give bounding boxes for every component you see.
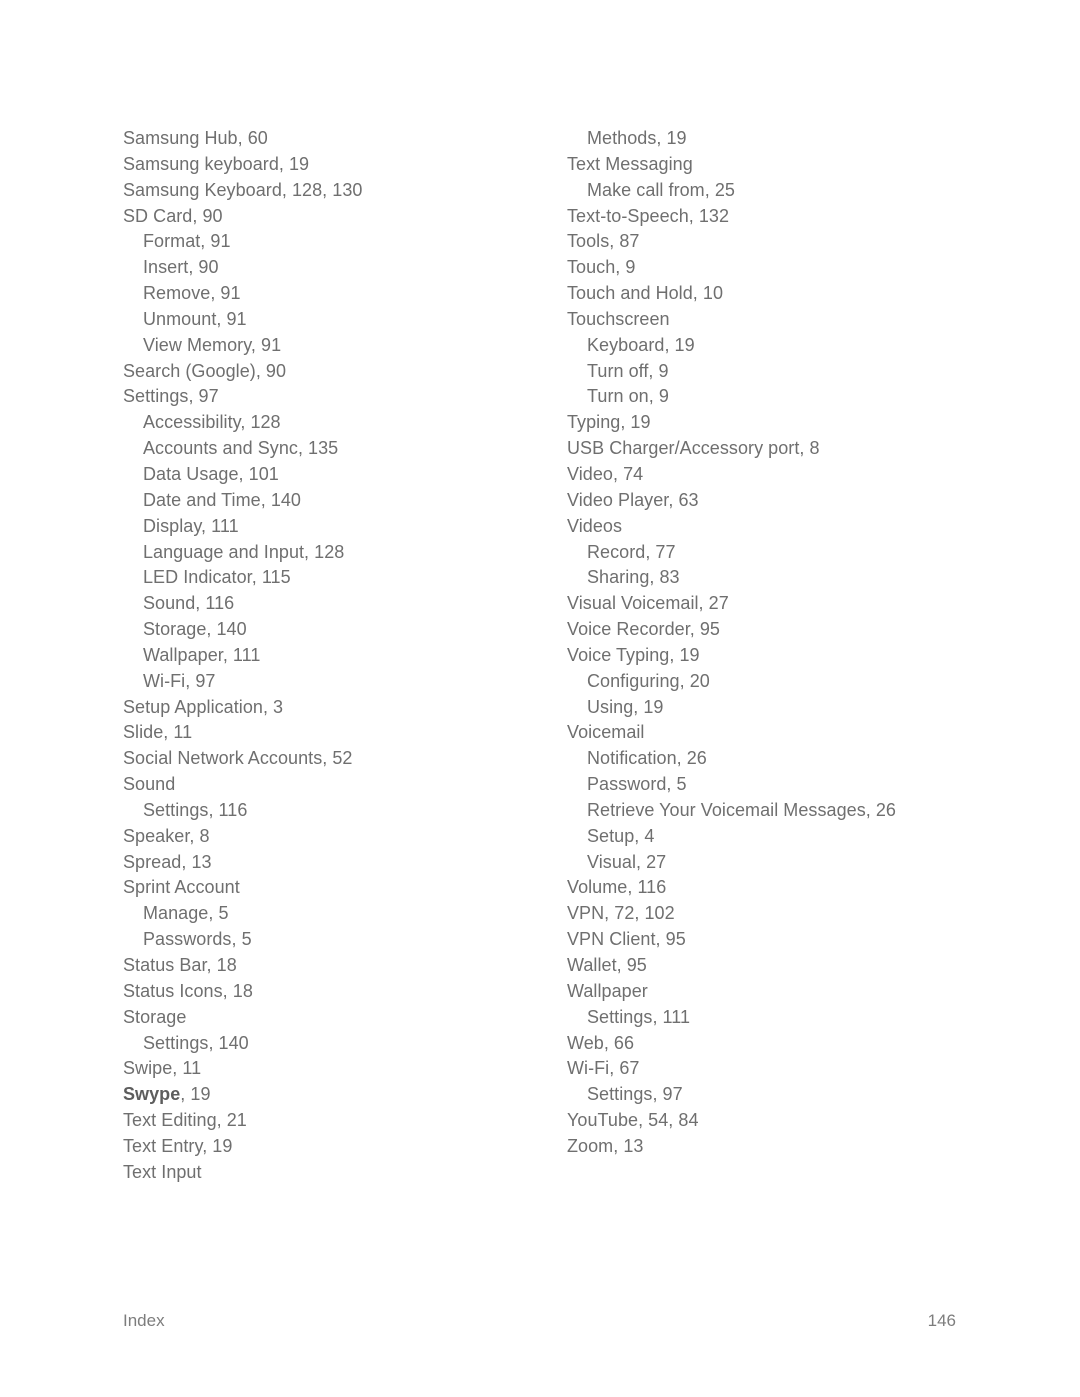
index-entry: Make call from, 25 bbox=[587, 179, 735, 200]
index-entry: Touch, 9 bbox=[567, 257, 636, 278]
index-entry: Password, 5 bbox=[587, 774, 687, 795]
index-page: Samsung Hub, 60 Samsung keyboard, 19 Samsu… bbox=[0, 0, 1080, 1397]
index-entry: Remove, 91 bbox=[143, 283, 241, 304]
index-entry: VPN, 72, 102 bbox=[567, 903, 675, 924]
index-entry: LED Indicator, 115 bbox=[143, 567, 291, 588]
index-entry: Slide, 11 bbox=[123, 722, 193, 743]
index-entry: Text Entry, 19 bbox=[123, 1135, 233, 1156]
index-entry: Speaker, 8 bbox=[123, 825, 210, 846]
index-entry: Status Bar, 18 bbox=[123, 955, 237, 975]
index-entry: Swype, 19 bbox=[123, 1082, 543, 1108]
index-entry: Data Usage, 101 bbox=[143, 463, 279, 484]
index-entry: Turn on, 9 bbox=[587, 386, 669, 407]
index-entry: Visual, 27 bbox=[587, 851, 667, 872]
index-entry: Setup Application, 3 bbox=[123, 696, 284, 717]
index-entry: YouTube, 54, 84 bbox=[567, 1110, 699, 1131]
index-entry: Samsung keyboard, 19 bbox=[123, 153, 310, 174]
index-entry: Retrieve Your Voicemail Messages, 26 bbox=[587, 799, 896, 820]
index-entry: Tools, 87 bbox=[567, 231, 640, 252]
index-entry: Search (Google), 90 bbox=[123, 360, 287, 381]
index-entry: VPN Client, 95 bbox=[567, 929, 686, 950]
index-column-left: Samsung Hub, 60 Samsung keyboard, 19 Samsu… bbox=[123, 126, 543, 1186]
index-entry: Visual Voicemail, 27 bbox=[567, 593, 729, 614]
index-entry: Zoom, 13 bbox=[567, 1135, 644, 1156]
index-entry: View Memory, 91 bbox=[143, 334, 282, 355]
index-entry: Settings, 97 bbox=[123, 386, 219, 407]
index-entry: Settings, 116 bbox=[143, 799, 248, 820]
index-entry-term-emphasized: Swype bbox=[123, 1084, 181, 1105]
index-entry: Record, 77 bbox=[587, 541, 676, 562]
index-entry: Accessibility, 128 bbox=[143, 412, 281, 433]
footer-section-label: Index bbox=[123, 1311, 165, 1330]
index-entry: Accounts and Sync, 135 bbox=[143, 438, 339, 459]
index-entry: Sound, 116 bbox=[143, 593, 235, 614]
index-entry: Text Input bbox=[123, 1161, 202, 1182]
index-entry: Touch and Hold, 10 bbox=[567, 283, 724, 304]
index-entry: Settings, 111 bbox=[587, 1006, 691, 1027]
footer-page-number: 146 bbox=[927, 1311, 956, 1330]
index-entry: Spread, 13 bbox=[123, 851, 212, 872]
index-entry: Methods, 19 bbox=[587, 128, 687, 148]
index-entry: Voice Typing, 19 bbox=[567, 644, 700, 665]
index-entry: Settings, 140 bbox=[143, 1032, 249, 1053]
index-entry: Wi-Fi, 67 bbox=[567, 1058, 640, 1079]
index-entry: Videos bbox=[567, 515, 623, 536]
index-entry: Sound bbox=[123, 774, 176, 795]
index-entry: Storage bbox=[123, 1006, 187, 1027]
index-entry: Notification, 26 bbox=[587, 748, 707, 769]
index-entry: Settings, 97 bbox=[587, 1084, 683, 1105]
index-entry: Text Editing, 21 bbox=[123, 1110, 247, 1131]
index-entry: Samsung Hub, 60 bbox=[123, 128, 268, 148]
index-entry: Wallpaper, 111 bbox=[143, 644, 261, 665]
index-entry: Using, 19 bbox=[587, 696, 664, 717]
index-entry: Typing, 19 bbox=[567, 412, 651, 433]
index-entry: Sharing, 83 bbox=[587, 567, 680, 588]
index-entry: Volume, 116 bbox=[567, 877, 667, 898]
index-entry: Video Player, 63 bbox=[567, 489, 699, 510]
index-entry: Display, 111 bbox=[143, 515, 239, 536]
index-entry-locators: , 19 bbox=[180, 1084, 211, 1105]
index-entry: Social Network Accounts, 52 bbox=[123, 748, 353, 769]
index-entry: Sprint Account bbox=[123, 877, 240, 898]
index-entry: Video, 74 bbox=[567, 463, 644, 484]
index-entry: Wallet, 95 bbox=[567, 955, 647, 975]
index-entry: Setup, 4 bbox=[587, 825, 655, 846]
index-entry: Touchscreen bbox=[567, 308, 670, 329]
index-entry: Language and Input, 128 bbox=[143, 541, 345, 562]
index-entry: Date and Time, 140 bbox=[143, 489, 301, 510]
index-entry: Swipe, 11 bbox=[123, 1058, 202, 1079]
index-entry: USB Charger/Accessory port, 8 bbox=[567, 438, 820, 459]
index-entry: Text Messaging bbox=[567, 153, 693, 174]
page-footer: Index 146 bbox=[123, 1310, 956, 1332]
index-entry: SD Card, 90 bbox=[123, 205, 223, 226]
index-entry: Format, 91 bbox=[143, 231, 231, 252]
index-entry: Status Icons, 18 bbox=[123, 980, 253, 1001]
index-entry: Web, 66 bbox=[567, 1032, 635, 1053]
index-entry: Wi-Fi, 97 bbox=[143, 670, 216, 691]
index-entry: Configuring, 20 bbox=[587, 670, 710, 691]
index-entry: Turn off, 9 bbox=[587, 360, 669, 381]
index-entry: Keyboard, 19 bbox=[587, 334, 695, 355]
index-entry: Wallpaper bbox=[567, 980, 648, 1001]
index-entry: Voice Recorder, 95 bbox=[567, 619, 720, 640]
index-entry: Unmount, 91 bbox=[143, 308, 247, 329]
index-entry: Samsung Keyboard, 128, 130 bbox=[123, 179, 363, 200]
index-entry: Insert, 90 bbox=[143, 257, 219, 278]
index-column-right: Methods, 19 Text Messaging Make call from,… bbox=[567, 126, 987, 1160]
index-entry: Text-to-Speech, 132 bbox=[567, 205, 730, 226]
index-entry: Manage, 5 bbox=[143, 903, 229, 924]
index-entry: Voicemail bbox=[567, 722, 645, 743]
index-entry: Passwords, 5 bbox=[143, 929, 252, 950]
index-entry: Storage, 140 bbox=[143, 619, 247, 640]
